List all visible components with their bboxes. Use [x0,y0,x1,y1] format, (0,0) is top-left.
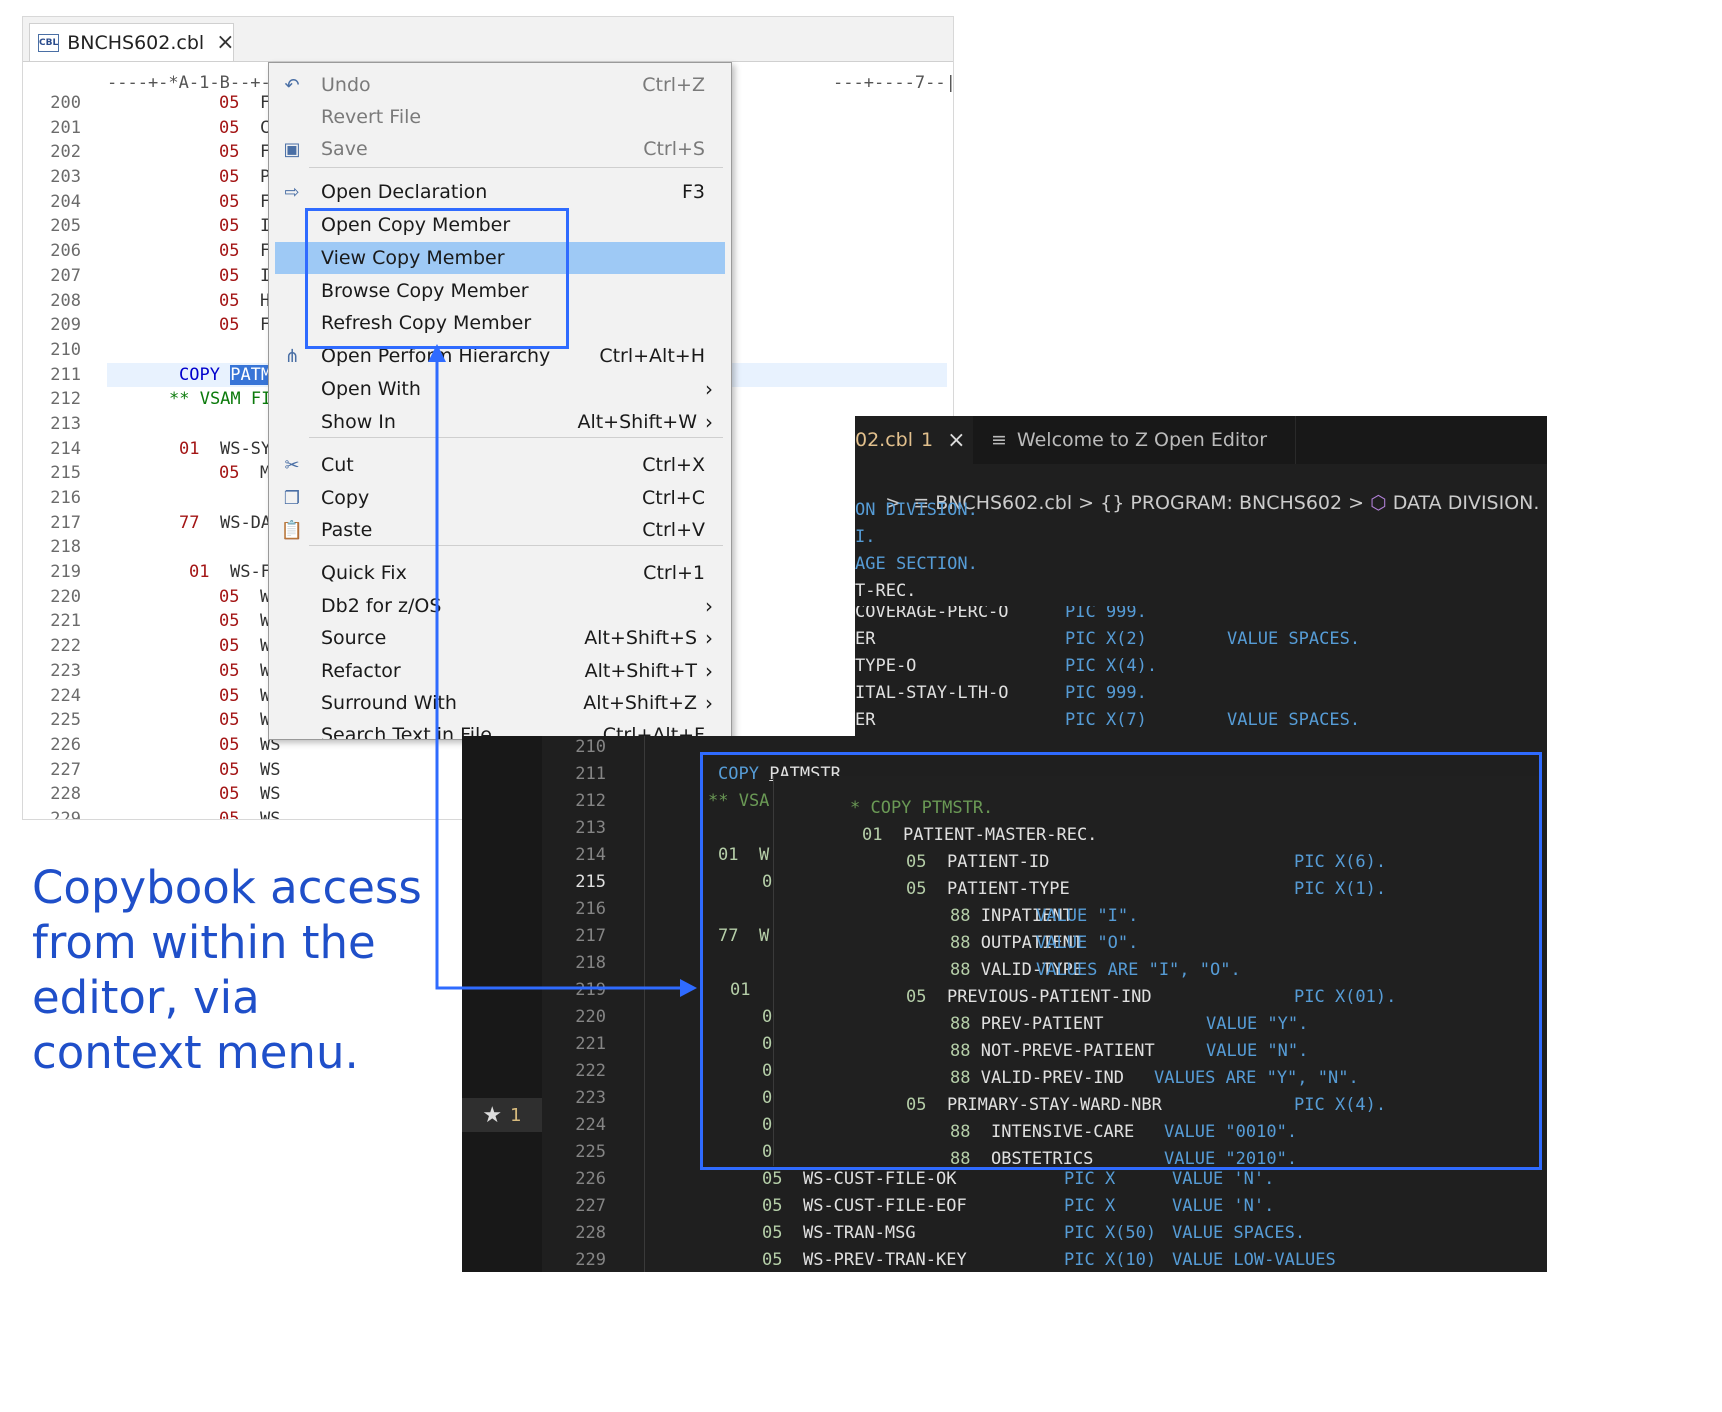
arrow-head-up [428,344,446,362]
callout-arrow [428,344,697,997]
caption-text: Copybook access from within the editor, … [32,861,422,1079]
callout-connector [435,350,693,990]
arrow-head-right [680,979,697,997]
